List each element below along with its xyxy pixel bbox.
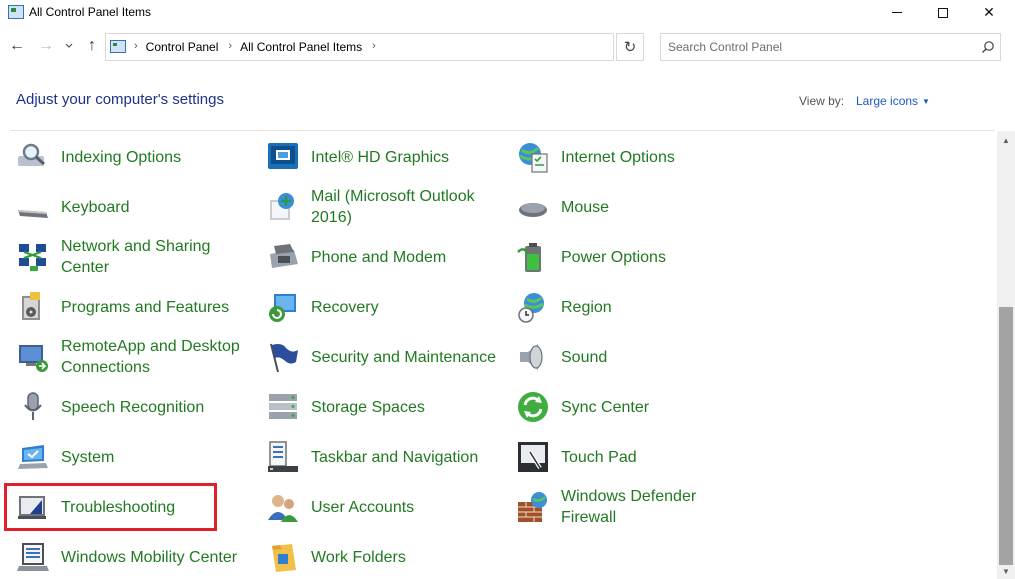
page-title: Adjust your computer's settings [16, 91, 224, 108]
breadcrumb-all-items[interactable]: All Control Panel Items [240, 40, 368, 54]
refresh-icon: ↻ [623, 39, 637, 56]
title-bar: All Control Panel Items ✕ [0, 0, 1015, 25]
item-label: Windows Defender Firewall [561, 488, 697, 526]
view-by-value: Large icons [856, 94, 919, 108]
item-label: Storage Spaces [311, 398, 425, 416]
view-by-label: View by: [799, 94, 845, 108]
region-globe-icon [518, 293, 544, 323]
item-label: Keyboard [61, 198, 130, 216]
speaker-icon [520, 344, 543, 370]
touchpad-icon [518, 442, 548, 472]
mobility-icon [17, 543, 49, 571]
window-title: All Control Panel Items [29, 5, 152, 19]
recent-locations-button[interactable] [62, 35, 76, 57]
taskbar-icon [268, 441, 298, 472]
item-label: Internet Options [561, 148, 675, 166]
search-icon[interactable] [981, 40, 995, 54]
chevron-down-icon [65, 43, 73, 48]
highlight-annotation [4, 483, 217, 531]
users-icon [268, 495, 298, 522]
item-label: Power Options [561, 248, 666, 266]
remote-desktop-icon [19, 345, 48, 372]
scroll-up-icon: ▲ [1002, 135, 1010, 145]
item-label: Intel® HD Graphics [311, 148, 450, 166]
folder-icon [272, 544, 296, 572]
search-input[interactable] [668, 39, 968, 55]
up-arrow-icon: ↑ [88, 37, 96, 54]
item-label: Security and Maintenance [311, 348, 496, 366]
scroll-down-button[interactable]: ▼ [997, 563, 1015, 579]
item-label: Touch Pad [561, 448, 637, 466]
item-label: Speech Recognition [61, 398, 205, 416]
navigation-bar: ← → ↑ › Control Panel › All Control Pane… [0, 25, 1015, 69]
item-label: Mail (Microsoft Outlook 2016) [311, 188, 475, 226]
minimize-button[interactable] [874, 0, 920, 25]
item-label: Indexing Options [61, 148, 182, 166]
breadcrumb-control-panel[interactable]: Control Panel [146, 40, 225, 54]
back-arrow-icon: ← [9, 37, 25, 54]
view-by-dropdown[interactable]: Large icons ▼ [856, 94, 930, 108]
computer-icon [18, 445, 48, 469]
caret-down-icon: ▼ [922, 97, 930, 106]
maximize-icon [938, 7, 948, 18]
forward-button[interactable]: → [36, 35, 56, 57]
firewall-icon [518, 492, 547, 522]
scroll-thumb[interactable] [999, 307, 1013, 565]
item-label: Phone and Modem [311, 248, 447, 266]
item-label: User Accounts [311, 498, 415, 516]
minimize-icon [892, 12, 902, 13]
up-button[interactable]: ↑ [82, 35, 102, 57]
intel-graphics-icon [268, 143, 298, 169]
control-panel-location-icon [110, 40, 126, 53]
control-panel-icon [8, 5, 24, 19]
vertical-scrollbar[interactable]: ▲ ▼ [997, 131, 1015, 579]
globe-document-icon [519, 143, 548, 173]
breadcrumb-separator-icon[interactable]: › [130, 40, 146, 54]
back-button[interactable]: ← [7, 35, 27, 57]
item-label: Network and Sharing Center [61, 238, 211, 276]
microphone-icon [24, 392, 42, 420]
item-label: Sound [561, 348, 608, 366]
item-label: Taskbar and Navigation [311, 448, 479, 466]
divider [10, 130, 995, 131]
scroll-down-icon: ▼ [1002, 566, 1010, 576]
magnifier-icon [18, 143, 45, 166]
keyboard-icon [18, 210, 48, 218]
item-label: Work Folders [311, 548, 406, 566]
item-label: RemoteApp and Desktop Connections [61, 338, 240, 376]
breadcrumb-separator-icon[interactable]: › [224, 40, 240, 54]
item-label: Mouse [561, 198, 610, 216]
programs-icon [22, 292, 40, 320]
close-button[interactable]: ✕ [966, 0, 1012, 25]
item-label: Sync Center [561, 398, 650, 416]
address-bar[interactable]: › Control Panel › All Control Panel Item… [105, 33, 707, 61]
mail-icon [270, 193, 294, 220]
item-label: Region [561, 298, 612, 316]
close-icon: ✕ [983, 4, 995, 20]
phone-icon [270, 244, 298, 268]
maximize-button[interactable] [920, 0, 966, 25]
recovery-icon [269, 294, 296, 322]
mouse-icon [519, 203, 547, 217]
breadcrumb-separator-icon[interactable]: › [368, 40, 384, 54]
scroll-up-button[interactable]: ▲ [997, 131, 1015, 149]
item-label: Windows Mobility Center [61, 548, 238, 566]
forward-arrow-icon: → [38, 37, 54, 54]
sync-icon [518, 392, 548, 422]
network-icon [19, 244, 46, 271]
item-label: System [61, 448, 115, 466]
breadcrumb: › Control Panel › All Control Panel Item… [130, 40, 384, 54]
battery-icon [517, 243, 541, 272]
flag-icon [270, 343, 298, 373]
storage-icon [269, 394, 297, 419]
item-label: Recovery [311, 298, 379, 316]
search-box[interactable] [660, 33, 1001, 61]
item-label: Programs and Features [61, 298, 230, 316]
refresh-button[interactable]: ↻ [616, 33, 644, 61]
